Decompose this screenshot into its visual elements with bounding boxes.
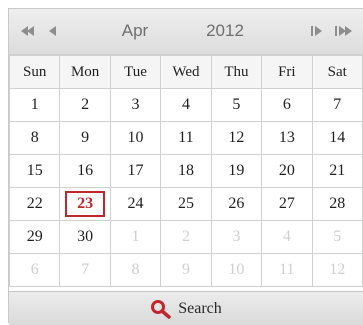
month-label[interactable]: Apr [104,21,166,41]
day-cell[interactable]: 2 [59,88,111,122]
weekday-wed: Wed [160,55,212,89]
day-cell-other-month[interactable]: 3 [210,220,263,254]
day-cell-other-month[interactable]: 10 [210,253,263,287]
day-cell[interactable]: 1 [8,88,61,122]
next-month-button[interactable] [311,21,322,41]
day-cell-other-month[interactable]: 2 [160,220,212,254]
day-cell[interactable]: 6 [261,88,313,122]
day-cell[interactable]: 15 [8,154,61,188]
day-cell[interactable]: 10 [109,121,162,155]
day-cell[interactable]: 14 [311,121,363,155]
day-cell[interactable]: 22 [8,187,61,221]
day-cell-other-month[interactable]: 12 [311,253,363,287]
prev-month-button[interactable] [49,21,56,41]
weekday-row: Sun Mon Tue Wed Thu Fri Sat [8,55,363,89]
week-row: 1234567 [8,88,363,122]
weekday-sun: Sun [8,55,61,89]
day-cell[interactable]: 30 [59,220,111,254]
day-cell-other-month[interactable]: 1 [109,220,162,254]
day-cell-other-month[interactable]: 8 [109,253,162,287]
next-year-button[interactable] [335,21,352,41]
today-highlight [65,191,105,217]
prev-year-button[interactable] [21,21,34,41]
right-arrow-icon [315,26,322,36]
day-cell[interactable]: 4 [160,88,212,122]
day-cell[interactable]: 21 [311,154,363,188]
day-cell[interactable]: 25 [160,187,212,221]
day-cell[interactable]: 18 [160,154,212,188]
day-cell[interactable]: 29 [8,220,61,254]
weekday-tue: Tue [109,55,162,89]
day-cell[interactable]: 9 [59,121,111,155]
weekday-thu: Thu [210,55,263,89]
week-row: 22 23 24 25 26 27 28 [8,187,363,221]
day-cell[interactable]: 26 [210,187,263,221]
date-picker: Apr 2012 Sun Mon Tue Wed Thu Fri Sat 123… [8,8,363,325]
day-cell-other-month[interactable]: 5 [311,220,363,254]
calendar-header: Apr 2012 [9,9,363,55]
day-cell[interactable]: 27 [261,187,313,221]
day-cell-other-month[interactable]: 11 [261,253,313,287]
day-cell[interactable]: 11 [160,121,212,155]
week-row: 29 30 1 2 3 4 5 [8,220,363,254]
day-cell-other-month[interactable]: 4 [261,220,313,254]
week-row: 15 16 17 18 19 20 21 [8,154,363,188]
day-cell-other-month[interactable]: 9 [160,253,212,287]
day-cell-today[interactable]: 23 [59,187,111,221]
day-cell[interactable]: 12 [210,121,263,155]
weekday-sat: Sat [311,55,363,89]
day-cell[interactable]: 20 [261,154,313,188]
search-button[interactable]: Search [150,299,222,319]
day-cell[interactable]: 5 [210,88,263,122]
day-cell[interactable]: 28 [311,187,363,221]
day-cell-other-month[interactable]: 7 [59,253,111,287]
search-icon [151,299,171,319]
day-cell[interactable]: 7 [311,88,363,122]
calendar-grid: Sun Mon Tue Wed Thu Fri Sat 1 2 3 4 5 6 7 8 9 10 1… [8,55,363,287]
calendar-days: 1 2 3 4 5 6 7 8 9 10 11 12 13 14 15 16 17 18 19 20 21 22 23 24 2… [8,88,363,287]
day-cell[interactable]: 16 [59,154,111,188]
weekday-fri: Fri [261,55,313,89]
search-label: Search [178,299,222,317]
left-arrow-icon [49,26,56,36]
week-row: 8 9 10 11 12 13 14 [8,121,363,155]
day-cell[interactable]: 13 [261,121,313,155]
day-cell[interactable]: 24 [109,187,162,221]
calendar-footer: Search [9,291,363,325]
day-cell-other-month[interactable]: 6 [8,253,61,287]
day-cell[interactable]: 19 [210,154,263,188]
day-cell[interactable]: 3 [109,88,162,122]
day-cell[interactable]: 17 [109,154,162,188]
year-label[interactable]: 2012 [185,21,265,41]
week-row: 6 7 8 9 10 11 12 [8,253,363,287]
day-cell[interactable]: 8 [8,121,61,155]
weekday-mon: Mon [59,55,111,89]
